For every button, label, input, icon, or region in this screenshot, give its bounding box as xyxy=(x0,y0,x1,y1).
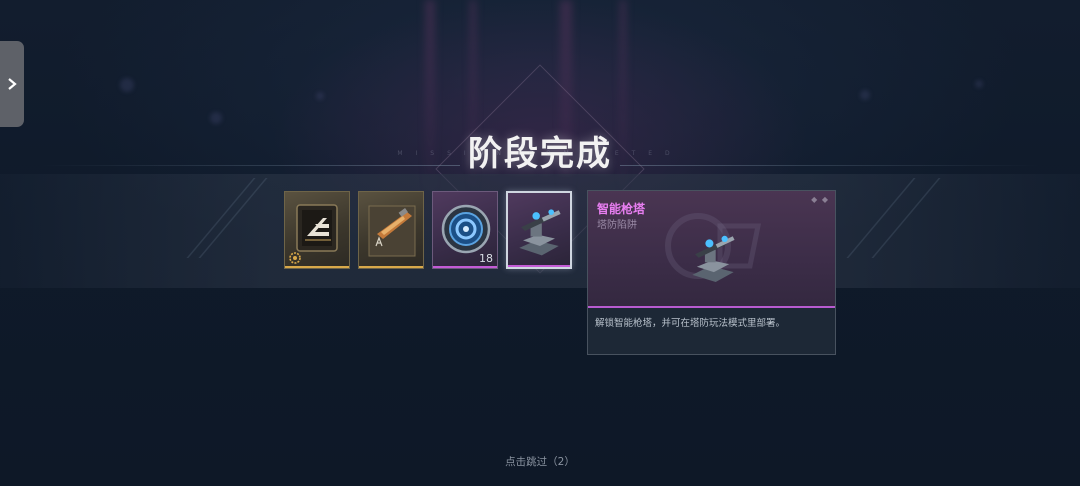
skip-hint-button[interactable]: 点击跳过（2） xyxy=(0,454,1080,469)
detail-corner-dots: ◆ ◆ xyxy=(811,195,829,204)
rarity-underline xyxy=(508,265,570,267)
game-screen[interactable]: 阶段完成 MISSION COMPLETED 18 ◆ ◆ 智能枪塔 塔防陷阱 … xyxy=(0,0,1080,486)
gear-badge-icon xyxy=(289,252,301,264)
reward-quantity: 18 xyxy=(479,252,493,265)
reward-detail-panel: ◆ ◆ 智能枪塔 塔防陷阱 解锁智能枪塔，并可在塔防玩法模式里部署。 xyxy=(587,190,836,355)
chevron-right-icon xyxy=(8,78,17,90)
reward-item-smart-turret[interactable] xyxy=(506,191,572,269)
smart-turret-icon xyxy=(519,209,561,256)
rarity-underline xyxy=(359,266,423,268)
bg-bokeh xyxy=(316,92,324,100)
page-subtitle: MISSION COMPLETED xyxy=(397,150,683,157)
rarity-underline xyxy=(285,266,349,268)
detail-item-name: 智能枪塔 xyxy=(597,202,646,216)
reward-item-core-chip[interactable]: 18 xyxy=(432,191,498,269)
reward-item-weapon-blueprint[interactable] xyxy=(358,191,424,269)
detail-item-type: 塔防陷阱 xyxy=(597,220,637,231)
bg-bokeh xyxy=(210,112,222,124)
weapon-blueprint-icon xyxy=(368,205,416,257)
rarity-underline xyxy=(433,266,497,268)
bg-bokeh xyxy=(975,80,983,88)
detail-description: 解锁智能枪塔，并可在塔防玩法模式里部署。 xyxy=(595,318,786,329)
side-expand-tab[interactable] xyxy=(0,41,24,127)
smart-turret-large-icon xyxy=(692,235,735,283)
bg-bokeh xyxy=(860,90,870,100)
bg-bokeh xyxy=(120,78,134,92)
detail-header: ◆ ◆ 智能枪塔 塔防陷阱 xyxy=(588,191,835,308)
reward-item-emblem-card[interactable] xyxy=(284,191,350,269)
